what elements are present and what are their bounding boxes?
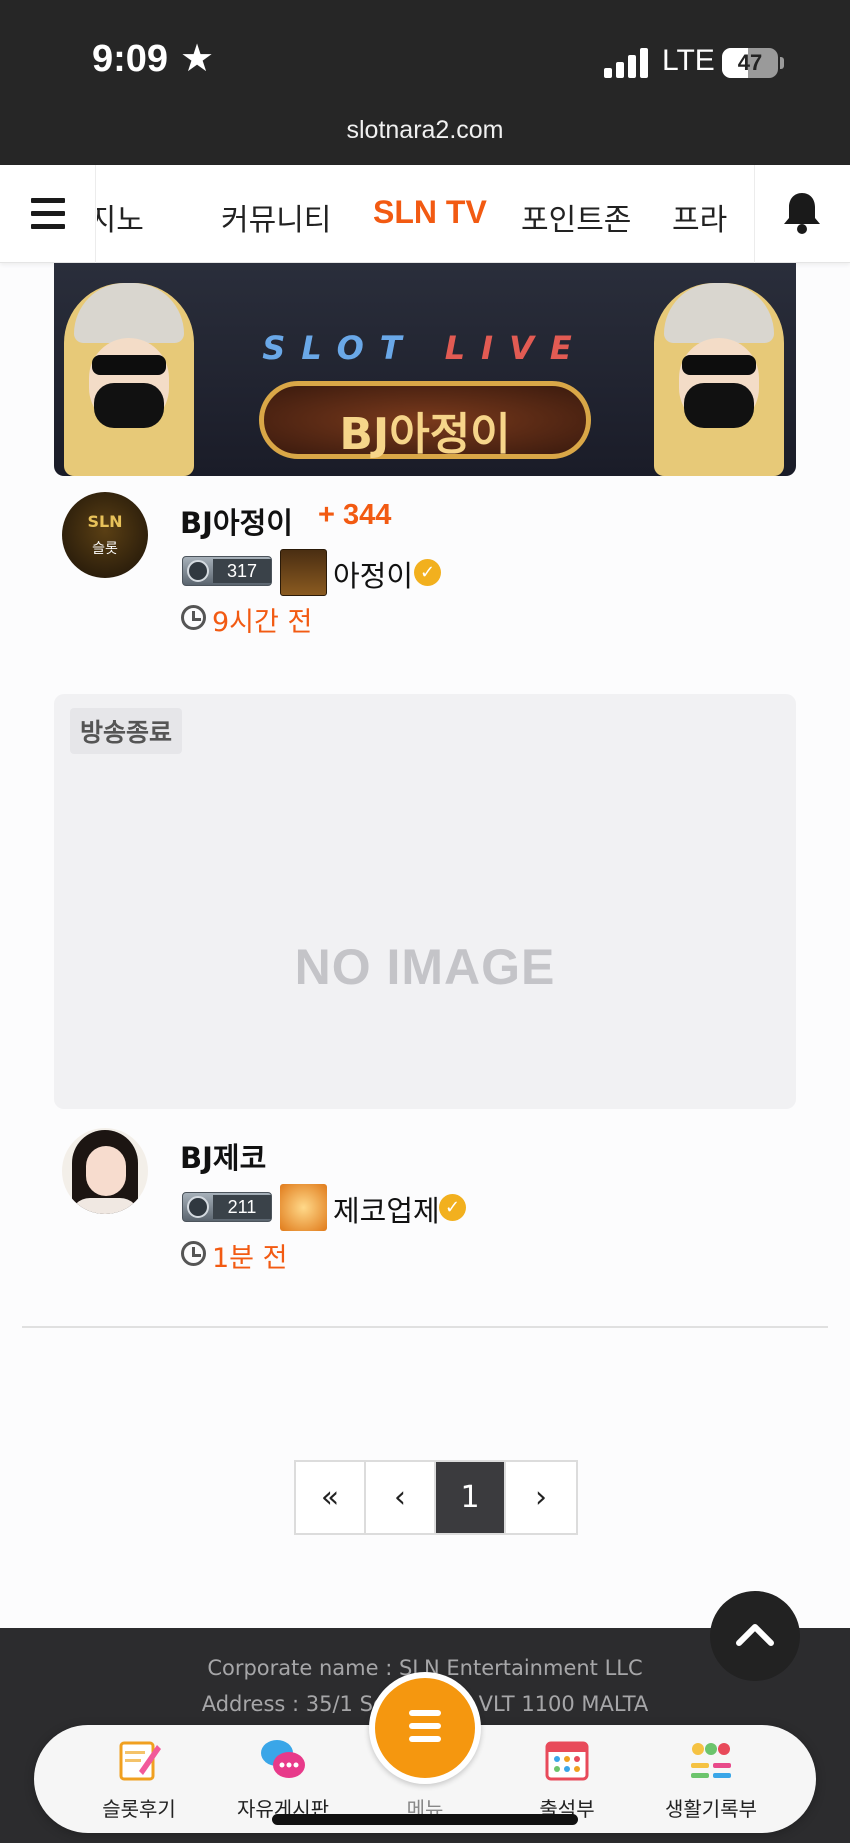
status-badge: 방송종료 bbox=[70, 708, 183, 754]
nav-tab-strip[interactable]: 카지노 커뮤니티 SLN TV 포인트존 프라 bbox=[97, 165, 754, 263]
stream-time-ago: 1분 전 bbox=[212, 1243, 288, 1274]
streamer-avatar[interactable] bbox=[62, 1128, 148, 1214]
rank-icon bbox=[280, 549, 327, 596]
character-left-image bbox=[64, 283, 194, 476]
status-bar: 9:09 ★ LTE 47 slotnara2.com bbox=[0, 0, 850, 165]
stream-thumbnail[interactable]: 방송종료 NO IMAGE bbox=[54, 694, 796, 1109]
address-bar-url[interactable]: slotnara2.com bbox=[0, 116, 850, 145]
clock-icon bbox=[181, 605, 206, 630]
character-right-image bbox=[654, 283, 784, 476]
list-divider bbox=[22, 1326, 828, 1328]
nav-tab-casino[interactable]: 카지노 bbox=[97, 195, 144, 239]
chat-bubbles-icon bbox=[261, 1740, 305, 1778]
streamer-avatar[interactable]: SLN 슬롯 bbox=[62, 492, 148, 578]
thumbnail-title-plate: BJ아정이 bbox=[259, 381, 591, 460]
battery-level: 47 bbox=[737, 50, 763, 75]
thumbnail-title: BJ아정이 bbox=[339, 409, 511, 460]
hamburger-menu-button[interactable] bbox=[0, 165, 96, 263]
nav-tab-more[interactable]: 프라 bbox=[672, 195, 727, 239]
streamer-nickname: 아정이 bbox=[333, 559, 414, 593]
battery-icon: 47 bbox=[722, 48, 778, 78]
streamer-name[interactable]: BJ제코 bbox=[180, 1135, 266, 1177]
level-badge: 317 bbox=[182, 556, 272, 586]
prev-page-button[interactable]: ‹ bbox=[366, 1462, 436, 1533]
current-page-button[interactable]: 1 bbox=[436, 1462, 506, 1533]
signal-icon bbox=[604, 48, 650, 78]
scroll-to-top-button[interactable] bbox=[710, 1591, 800, 1681]
streamer-name[interactable]: BJ아정이 bbox=[180, 500, 293, 542]
stream-time-ago: 9시간 전 bbox=[212, 607, 313, 638]
level-badge: 211 bbox=[182, 1192, 272, 1222]
bell-icon bbox=[784, 193, 820, 234]
verified-icon: ✓ bbox=[414, 559, 441, 586]
stream-thumbnail[interactable]: SLOT LIVE BJ아정이 bbox=[54, 263, 796, 476]
thumbnail-slot-live-text: SLOT LIVE bbox=[262, 329, 588, 367]
emoji-list-icon bbox=[691, 1743, 731, 1778]
clock-icon bbox=[181, 1241, 206, 1266]
calendar-icon bbox=[545, 1741, 589, 1781]
next-page-button[interactable]: › bbox=[506, 1462, 576, 1533]
dock-menu-button[interactable] bbox=[369, 1672, 481, 1784]
no-image-placeholder: NO IMAGE bbox=[294, 939, 556, 995]
dock-item-life-record[interactable]: 생활기록부 bbox=[636, 1725, 786, 1833]
nav-tab-community[interactable]: 커뮤니티 bbox=[221, 195, 331, 239]
star-icon: ★ bbox=[180, 36, 215, 80]
notification-bell-button[interactable] bbox=[754, 165, 850, 263]
viewer-count: + 344 bbox=[318, 499, 392, 531]
verified-icon: ✓ bbox=[439, 1194, 466, 1221]
home-indicator[interactable] bbox=[272, 1814, 578, 1825]
nav-tab-sln-tv[interactable]: SLN TV bbox=[373, 194, 487, 231]
network-type: LTE bbox=[662, 44, 715, 77]
pagination: « ‹ 1 › bbox=[294, 1460, 578, 1535]
status-time: 9:09 bbox=[92, 38, 169, 80]
notepad-pencil-icon bbox=[119, 1741, 161, 1781]
streamer-nickname: 제코업제 bbox=[333, 1194, 440, 1228]
rank-icon bbox=[280, 1184, 327, 1231]
chevron-up-icon bbox=[736, 1624, 774, 1646]
top-nav: 카지노 커뮤니티 SLN TV 포인트존 프라 bbox=[0, 165, 850, 263]
first-page-button[interactable]: « bbox=[296, 1462, 366, 1533]
dock-item-slot-review[interactable]: 슬롯후기 bbox=[64, 1725, 214, 1833]
nav-tab-point-zone[interactable]: 포인트존 bbox=[521, 195, 631, 239]
